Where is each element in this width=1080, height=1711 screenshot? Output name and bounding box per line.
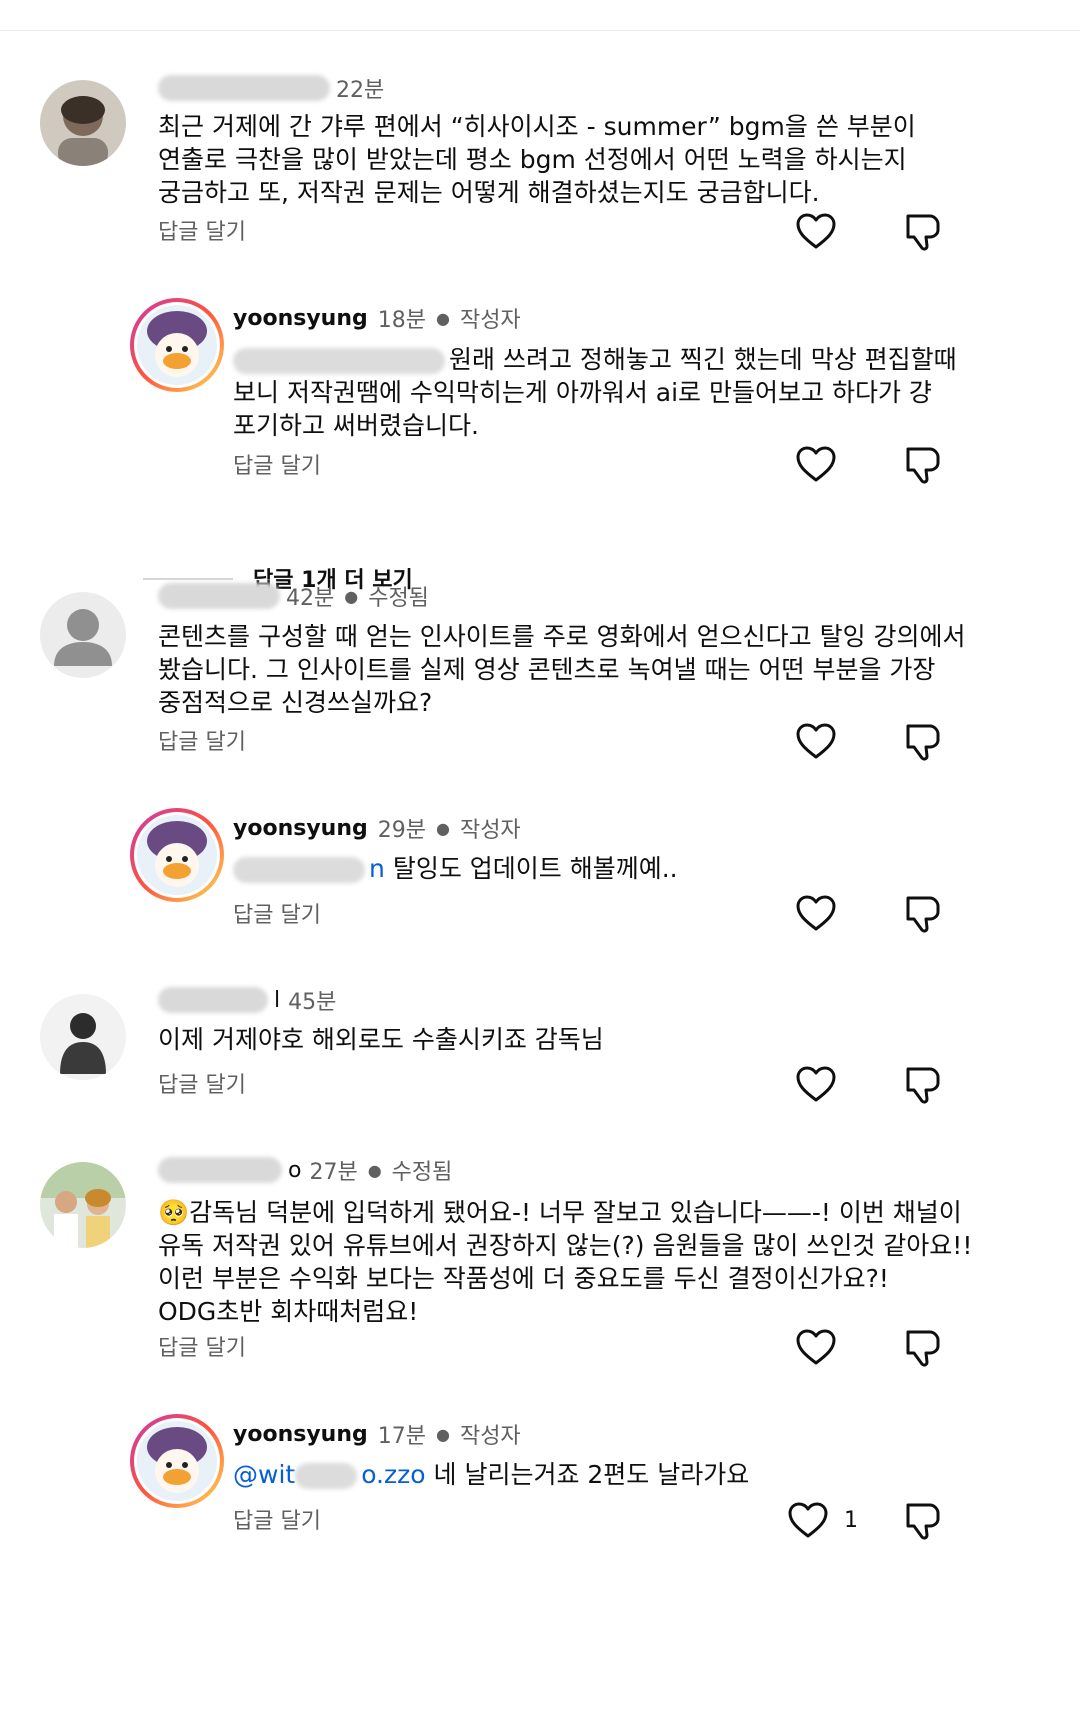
username[interactable]: yoonsyung [233, 816, 368, 841]
thumbs-down-icon[interactable] [900, 443, 944, 487]
top-divider [0, 30, 1080, 31]
reply-button[interactable]: 답글 달기 [158, 214, 246, 246]
mention-link[interactable]: n [369, 854, 385, 883]
comment-line: 궁금하고 또, 저작권 문제는 어떻게 해결하셨는지도 궁금합니다. [158, 178, 820, 207]
comment-line: 이런 부분은 수익화 보다는 작품성에 더 중요도를 두신 결정이신가요?! [158, 1264, 889, 1293]
comment-time: 42분 [286, 586, 335, 611]
thumbs-down-icon[interactable] [900, 1326, 944, 1370]
thumbs-down-icon[interactable] [900, 1063, 944, 1107]
author-badge: 작성자 [459, 308, 521, 333]
comment-time: 18분 [377, 308, 426, 333]
comment-line: 네 날리는거죠 2편도 날라가요 [433, 1460, 750, 1489]
avatar[interactable] [40, 994, 126, 1080]
thumbs-down-icon[interactable] [900, 210, 944, 254]
heart-icon[interactable] [794, 720, 838, 764]
separator-dot: ● [435, 818, 450, 838]
heart-icon[interactable] [794, 1063, 838, 1107]
comment-text: 콘텐츠를 구성할 때 얻는 인사이트를 주로 영화에서 얻으신다고 탈잉 강의에… [158, 620, 966, 719]
comment-line: 포기하고 써버렸습니다. [233, 411, 479, 440]
mention-redacted [295, 1463, 358, 1489]
comment-text: 원래 쓰려고 정해놓고 찍긴 했는데 막상 편집할때 보니 저작권땜에 수익막히… [233, 343, 957, 442]
avatar[interactable] [130, 808, 224, 902]
comment-text: 최근 거제에 간 갸루 편에서 “히사이시조 - summer” bgm을 쓴 … [158, 110, 916, 209]
avatar[interactable] [40, 1162, 126, 1248]
separator-dot: ● [435, 1424, 450, 1444]
heart-icon[interactable] [794, 1326, 838, 1370]
comment-line: 콘텐츠를 구성할 때 얻는 인사이트를 주로 영화에서 얻으신다고 탈잉 강의에… [158, 622, 966, 651]
reply-button[interactable]: 답글 달기 [158, 1330, 246, 1362]
comment-text: @wit o.zzo 네 날리는거죠 2편도 날라가요 [233, 1458, 749, 1491]
edited-label: 수정됨 [368, 586, 429, 611]
avatar[interactable] [130, 298, 224, 392]
comment-line: ODG초반 회차때처럼요! [158, 1297, 419, 1326]
thumbs-down-icon[interactable] [900, 720, 944, 764]
reply-button[interactable]: 답글 달기 [158, 724, 246, 756]
comment-text: 이제 거제야호 해외로도 수출시키죠 감독님 [158, 1023, 604, 1056]
comment-line: 탈잉도 업데이트 해볼께예.. [392, 854, 678, 883]
comment-line: 보니 저작권땜에 수익막히는게 아까워서 ai로 만들어보고 하다가 걍 [233, 378, 932, 407]
heart-icon[interactable] [794, 443, 838, 487]
mention-link[interactable]: @wit [233, 1460, 295, 1489]
heart-icon[interactable] [794, 892, 838, 936]
username-tail: o [288, 1157, 302, 1183]
comment-time: 45분 [288, 990, 337, 1015]
comment-time: 29분 [377, 818, 426, 843]
comment-line: 감독님 덕분에 입덕하게 됐어요-! 너무 잘보고 있습니다——-! 이번 채널… [189, 1198, 962, 1227]
mention-redacted [233, 857, 365, 883]
heart-icon[interactable] [786, 1499, 830, 1543]
reply-button[interactable]: 답글 달기 [233, 1503, 321, 1535]
separator-dot: ● [435, 308, 450, 328]
reply-button[interactable]: 답글 달기 [233, 897, 321, 929]
mention-redacted [233, 348, 445, 374]
comment-line: 원래 쓰려고 정해놓고 찍긴 했는데 막상 편집할때 [449, 345, 957, 374]
author-badge: 작성자 [459, 818, 521, 843]
username[interactable]: yoonsyung [233, 1422, 368, 1447]
heart-icon[interactable] [794, 210, 838, 254]
mention-link[interactable]: o.zzo [361, 1460, 425, 1489]
separator-dot: ● [367, 1160, 382, 1180]
author-badge: 작성자 [459, 1424, 521, 1449]
avatar[interactable] [40, 80, 126, 166]
username-redacted [158, 75, 330, 101]
comment-line: 연출로 극찬을 많이 받았는데 평소 bgm 선정에서 어떤 노력을 하시는지 [158, 145, 907, 174]
thumbs-down-icon[interactable] [900, 1499, 944, 1543]
emoji: 🥺 [158, 1198, 190, 1227]
comment-time: 17분 [377, 1424, 426, 1449]
comment-line: 이제 거제야호 해외로도 수출시키죠 감독님 [158, 1025, 604, 1054]
username[interactable]: yoonsyung [233, 306, 368, 331]
comment-time: 27분 [309, 1160, 358, 1185]
comment-text: 🥺감독님 덕분에 입덕하게 됐어요-! 너무 잘보고 있습니다——-! 이번 채… [158, 1196, 972, 1328]
username-tail: l [274, 987, 281, 1013]
reply-button[interactable]: 답글 달기 [158, 1067, 246, 1099]
reply-button[interactable]: 답글 달기 [233, 448, 321, 480]
comment-text: n 탈잉도 업데이트 해볼께예.. [233, 852, 678, 885]
comment-line: 중점적으로 신경쓰실까요? [158, 688, 433, 717]
comment-line: 봤습니다. 그 인사이트를 실제 영상 콘텐츠로 녹여낼 때는 어떤 부분을 가… [158, 655, 936, 684]
avatar[interactable] [130, 1414, 224, 1508]
avatar[interactable] [40, 592, 126, 678]
comment-line: 유독 저작권 있어 유튜브에서 권장하지 않는(?) 음원들을 많이 쓰인것 같… [158, 1231, 973, 1260]
separator-dot: ● [344, 586, 359, 606]
username-redacted [158, 1157, 282, 1183]
username-redacted [158, 583, 280, 609]
comment-line: 최근 거제에 간 갸루 편에서 “히사이시조 - summer” bgm을 쓴 … [158, 112, 916, 141]
username-redacted [158, 987, 268, 1013]
thumbs-down-icon[interactable] [900, 892, 944, 936]
edited-label: 수정됨 [391, 1160, 453, 1185]
comment-time: 22분 [336, 78, 385, 103]
like-count: 1 [844, 1508, 858, 1533]
